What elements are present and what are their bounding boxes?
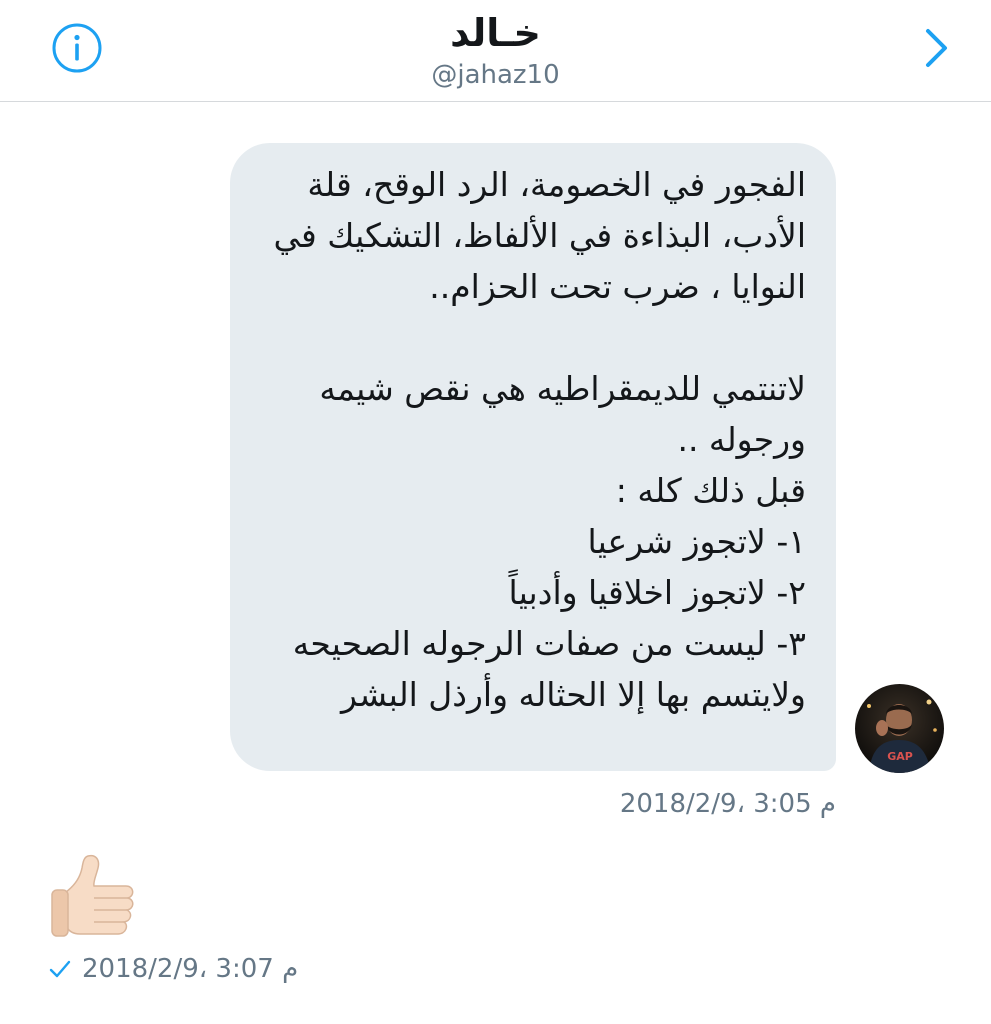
sent-message-meta: 2018/2/9، 3:07 م (48, 952, 298, 986)
avatar[interactable]: GAP (855, 684, 944, 773)
received-message-timestamp: 2018/2/9، 3:05 م (619, 789, 836, 819)
back-button[interactable] (918, 26, 954, 70)
contact-handle: @jahaz10 (431, 60, 560, 90)
chevron-right-icon (926, 29, 947, 67)
conversation-header: خـالد @jahaz10 (0, 0, 991, 102)
avatar-photo: GAP (855, 684, 944, 773)
contact-name: خـالد (450, 11, 541, 55)
sent-message-timestamp: 2018/2/9، 3:07 م (82, 954, 299, 984)
sent-message-emoji[interactable] (48, 850, 140, 942)
checkmark-icon (49, 960, 71, 978)
received-message-bubble[interactable]: الفجور في الخصومة، الرد الوقح، قلة الأدب… (230, 143, 836, 771)
thumbs-up-icon (51, 854, 134, 937)
svg-text:GAP: GAP (887, 750, 913, 763)
